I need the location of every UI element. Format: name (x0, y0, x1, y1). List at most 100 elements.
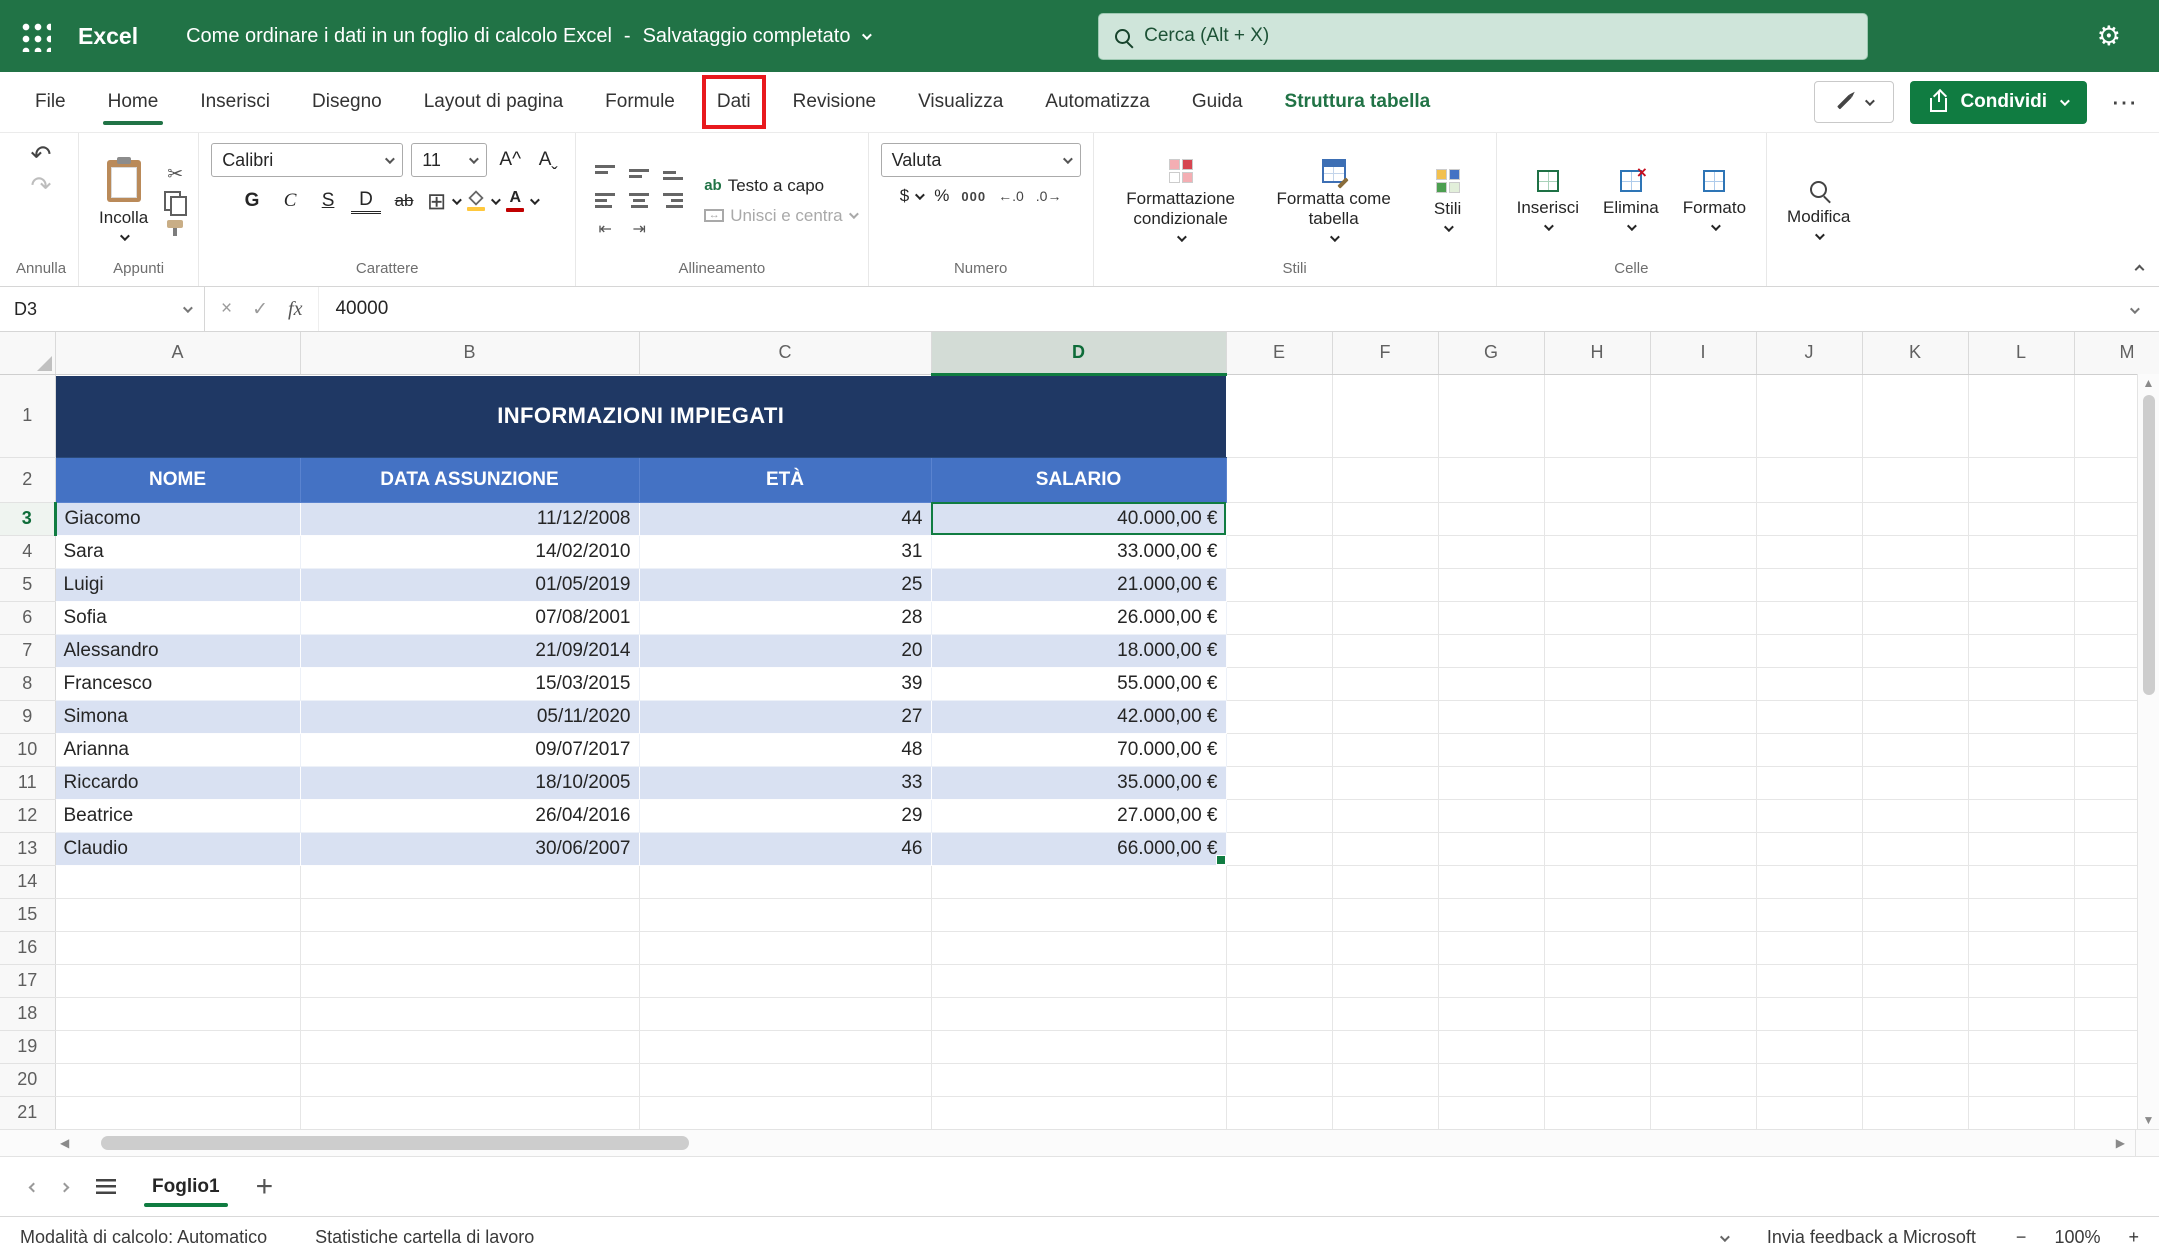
column-header[interactable]: E (1226, 332, 1332, 374)
cell-empty[interactable] (1332, 535, 1438, 568)
cell-empty[interactable] (1438, 700, 1544, 733)
cell-salary[interactable]: 55.000,00 € (931, 667, 1226, 700)
cell-empty[interactable] (1968, 964, 2074, 997)
align-top-button[interactable] (595, 165, 615, 180)
ribbon-tab[interactable]: Struttura tabella (1264, 72, 1452, 132)
row-header[interactable]: 19 (0, 1030, 55, 1063)
ribbon-tab[interactable]: Layout di pagina (403, 72, 584, 132)
table-header-date[interactable]: DATA ASSUNZIONE (300, 457, 639, 502)
cell-empty[interactable] (1332, 931, 1438, 964)
row-header[interactable]: 13 (0, 832, 55, 865)
conditional-formatting-button[interactable]: Formattazione condizionale (1106, 154, 1256, 246)
align-center-button[interactable] (629, 193, 649, 208)
cell-hire-date[interactable]: 07/08/2001 (300, 601, 639, 634)
cell-empty[interactable] (1968, 865, 2074, 898)
cell-age[interactable]: 46 (639, 832, 931, 865)
cell-empty[interactable] (1650, 700, 1756, 733)
cell-empty[interactable] (1862, 766, 1968, 799)
scroll-right-button[interactable]: ▶ (2106, 1136, 2135, 1150)
cell-hire-date[interactable]: 18/10/2005 (300, 766, 639, 799)
app-launcher-waffle-icon[interactable] (0, 0, 70, 72)
row-header[interactable]: 7 (0, 634, 55, 667)
cell-empty[interactable] (1756, 634, 1862, 667)
format-as-table-button[interactable]: Formatta come tabella (1264, 154, 1404, 246)
decrease-indent-button[interactable]: ⇤ (598, 219, 611, 239)
cell-empty[interactable] (1544, 865, 1650, 898)
status-options-button[interactable] (1720, 1230, 1727, 1245)
cell-hire-date[interactable]: 01/05/2019 (300, 568, 639, 601)
cancel-entry-button[interactable]: × (221, 298, 232, 320)
cell-empty[interactable] (1756, 898, 1862, 931)
cell-hire-date[interactable]: 30/06/2007 (300, 832, 639, 865)
column-header[interactable]: L (1968, 332, 2074, 374)
font-size-select[interactable]: 11 (411, 143, 487, 177)
currency-format-button[interactable]: $ (900, 186, 922, 206)
cell-empty[interactable] (1650, 766, 1756, 799)
cell-name[interactable]: Claudio (55, 832, 300, 865)
redo-button[interactable]: ↷ (31, 174, 52, 199)
column-header[interactable]: C (639, 332, 931, 374)
cell-empty[interactable] (1756, 457, 1862, 502)
cell-empty[interactable] (1756, 1030, 1862, 1063)
cell-empty[interactable] (1650, 865, 1756, 898)
cell-empty[interactable] (1332, 601, 1438, 634)
cell-empty[interactable] (1862, 964, 1968, 997)
increase-font-size-button[interactable]: A^ (495, 145, 525, 175)
cell-empty[interactable] (1544, 700, 1650, 733)
cell-empty[interactable] (1650, 374, 1756, 457)
column-header[interactable]: J (1756, 332, 1862, 374)
cell-empty[interactable] (639, 865, 931, 898)
collapse-ribbon-button[interactable] (2136, 261, 2143, 276)
cell-empty[interactable] (1226, 964, 1332, 997)
row-header[interactable]: 3 (0, 502, 55, 535)
cell-empty[interactable] (1544, 457, 1650, 502)
cell-empty[interactable] (1968, 733, 2074, 766)
fill-color-button[interactable] (467, 192, 498, 211)
cell-empty[interactable] (1544, 1096, 1650, 1129)
cell-empty[interactable] (1862, 931, 1968, 964)
cell-empty[interactable] (1756, 601, 1862, 634)
cell-empty[interactable] (1650, 634, 1756, 667)
cell-empty[interactable] (1332, 457, 1438, 502)
share-button[interactable]: Condividi (1910, 81, 2087, 124)
cell-empty[interactable] (1756, 931, 1862, 964)
horizontal-scrollbar[interactable]: ◀ ▶ (0, 1129, 2159, 1157)
ribbon-tab[interactable]: Revisione (772, 72, 897, 132)
cell-empty[interactable] (1862, 667, 1968, 700)
cell-empty[interactable] (1544, 568, 1650, 601)
zoom-level[interactable]: 100% (2054, 1227, 2100, 1248)
document-title-bar[interactable]: Come ordinare i dati in un foglio di cal… (186, 25, 869, 48)
cell-empty[interactable] (1650, 535, 1756, 568)
cell-empty[interactable] (1544, 997, 1650, 1030)
cell-empty[interactable] (1862, 1096, 1968, 1129)
cell-empty[interactable] (1756, 374, 1862, 457)
cell-empty[interactable] (1226, 457, 1332, 502)
cell-empty[interactable] (1226, 1096, 1332, 1129)
column-header[interactable]: D (931, 332, 1226, 374)
cell-empty[interactable] (1226, 799, 1332, 832)
cell-name[interactable]: Riccardo (55, 766, 300, 799)
insert-function-button[interactable]: fx (288, 298, 302, 321)
wrap-text-button[interactable]: ab Testo a capo (704, 176, 824, 196)
cell-name[interactable]: Sofia (55, 601, 300, 634)
cell-hire-date[interactable]: 26/04/2016 (300, 799, 639, 832)
cell-empty[interactable] (1226, 733, 1332, 766)
cell-empty[interactable] (1862, 601, 1968, 634)
cell-empty[interactable] (1544, 964, 1650, 997)
cell-empty[interactable] (1438, 374, 1544, 457)
cell-empty[interactable] (1544, 374, 1650, 457)
cell-empty[interactable] (1968, 799, 2074, 832)
cell-empty[interactable] (1438, 799, 1544, 832)
editing-mode-button[interactable] (1814, 81, 1894, 123)
cell-empty[interactable] (1332, 964, 1438, 997)
cell-empty[interactable] (55, 997, 300, 1030)
cell-empty[interactable] (1438, 535, 1544, 568)
decrease-font-size-button[interactable]: Aˬ (533, 145, 563, 175)
cell-empty[interactable] (1650, 502, 1756, 535)
all-sheets-menu-button[interactable] (96, 1179, 116, 1194)
cell-empty[interactable] (55, 1096, 300, 1129)
cell-empty[interactable] (931, 1063, 1226, 1096)
cell-salary[interactable]: 33.000,00 € (931, 535, 1226, 568)
cell-empty[interactable] (1438, 1063, 1544, 1096)
cell-name[interactable]: Francesco (55, 667, 300, 700)
